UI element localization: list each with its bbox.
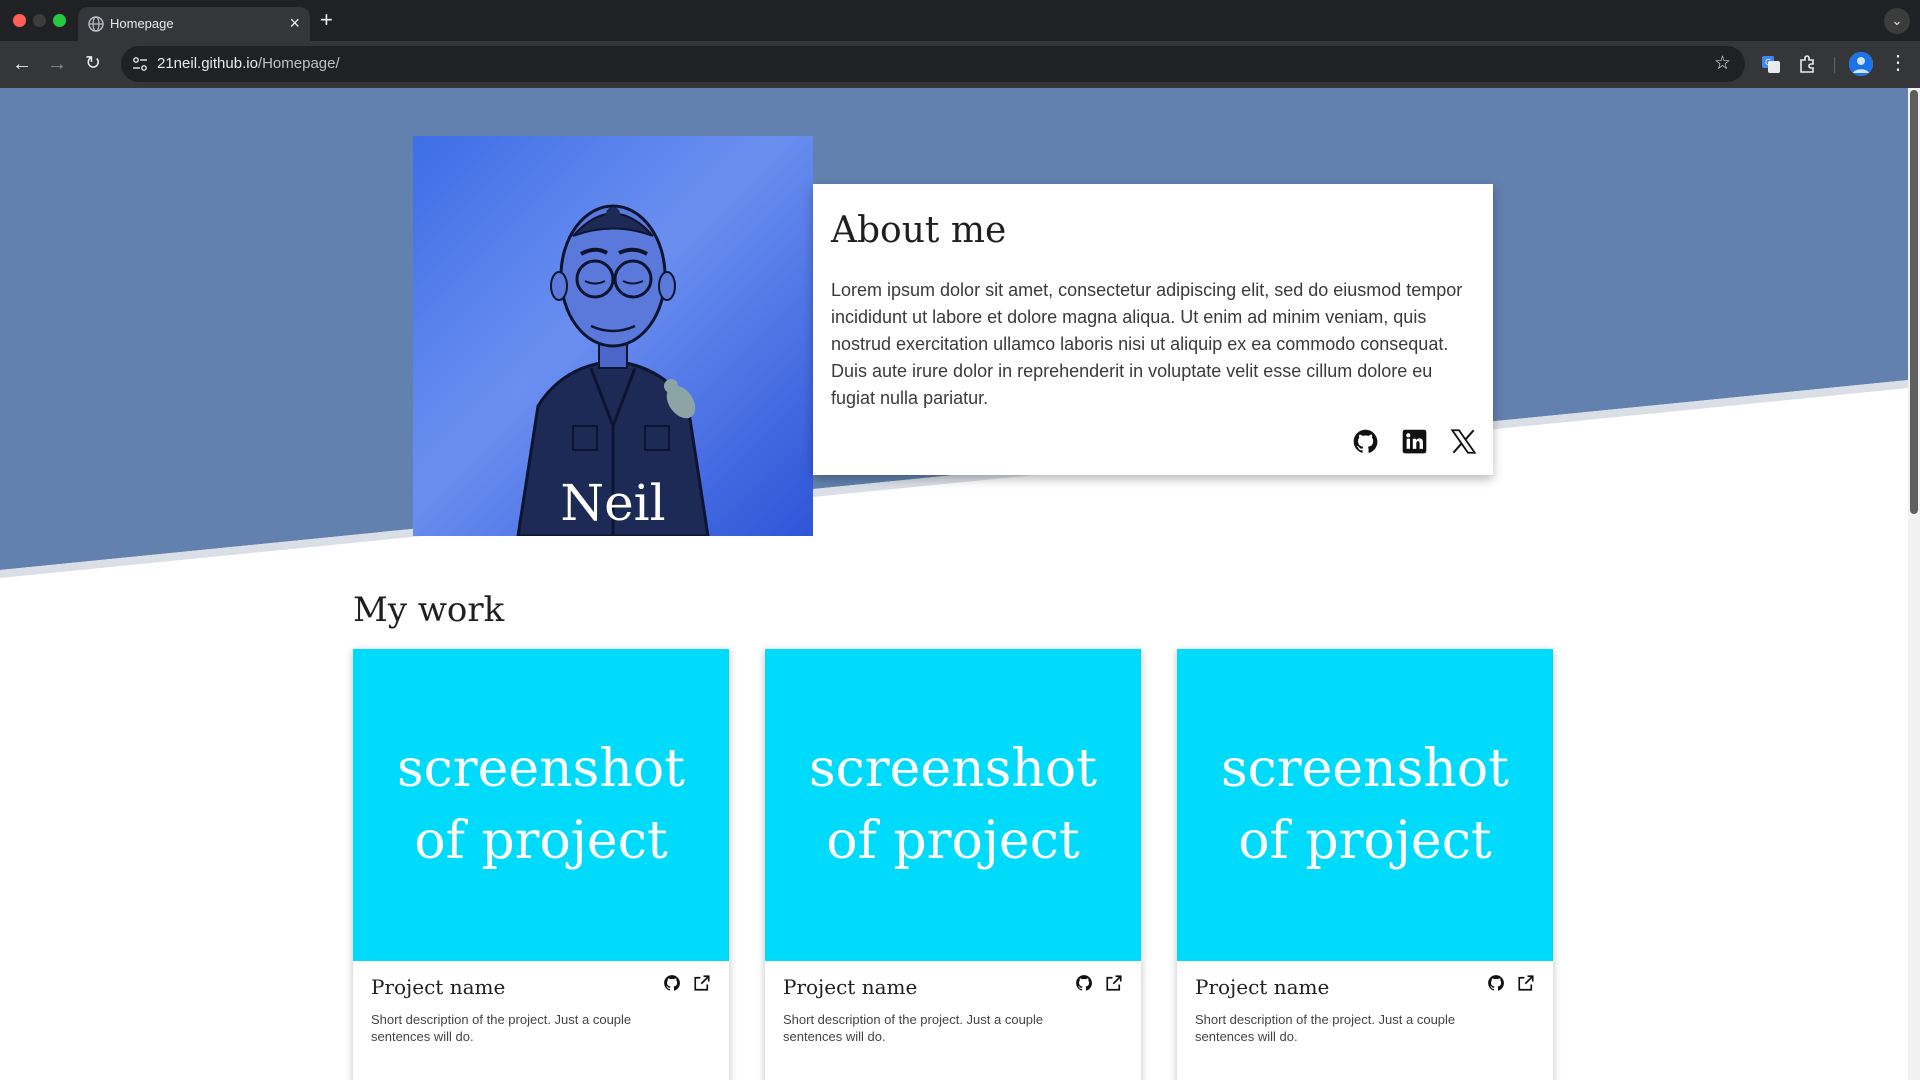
github-icon[interactable] xyxy=(1487,974,1505,992)
browser-toolbar: ← → ↻ 21neil.github.io/Homepage/ ☆ G ⋮ xyxy=(0,41,1920,88)
page-scrollbar[interactable] xyxy=(1908,88,1920,1080)
profile-photo: Neil xyxy=(413,136,813,536)
tab-search-button[interactable]: ⌄ xyxy=(1884,8,1910,34)
minimize-window-button[interactable] xyxy=(33,14,46,27)
project-card[interactable]: screenshot of project Project name Short… xyxy=(765,649,1141,1080)
about-card: About me Lorem ipsum dolor sit amet, con… xyxy=(813,184,1493,475)
project-card[interactable]: screenshot of project Project name Short… xyxy=(1177,649,1553,1080)
project-card-body: Project name Short description of the pr… xyxy=(1177,961,1553,1059)
scrollbar-thumb[interactable] xyxy=(1910,90,1918,514)
linkedin-icon[interactable] xyxy=(1401,428,1428,455)
external-link-icon[interactable] xyxy=(1517,974,1535,992)
svg-text:G: G xyxy=(1765,58,1771,67)
toolbar-divider xyxy=(1834,57,1835,73)
project-links xyxy=(1075,974,1123,992)
project-card-body: Project name Short description of the pr… xyxy=(765,961,1141,1059)
browser-menu-icon[interactable]: ⋮ xyxy=(1888,50,1908,76)
project-screenshot-placeholder: screenshot of project xyxy=(765,649,1141,961)
project-description: Short description of the project. Just a… xyxy=(783,1012,1044,1044)
person-icon xyxy=(1849,52,1873,76)
project-image-text: screenshot of project xyxy=(1220,739,1510,871)
about-text: Lorem ipsum dolor sit amet, consectetur … xyxy=(831,280,1463,408)
url-host: 21neil.github.io xyxy=(157,55,258,72)
project-name: Project name xyxy=(371,975,506,999)
github-icon[interactable] xyxy=(663,974,681,992)
extensions-puzzle-icon[interactable] xyxy=(1796,52,1820,76)
about-title: About me xyxy=(831,210,1007,251)
project-links xyxy=(663,974,711,992)
url-text: 21neil.github.io/Homepage/ xyxy=(157,55,340,72)
new-tab-button[interactable]: + xyxy=(320,6,333,34)
browser-tab[interactable]: Homepage × xyxy=(78,7,310,41)
profile-avatar[interactable] xyxy=(1849,52,1873,76)
address-bar[interactable]: 21neil.github.io/Homepage/ ☆ xyxy=(121,46,1745,82)
translate-extension-icon[interactable]: G xyxy=(1759,52,1783,76)
project-card[interactable]: screenshot of project Project name Short… xyxy=(353,649,729,1080)
project-links xyxy=(1487,974,1535,992)
social-links xyxy=(1352,428,1477,455)
close-tab-icon[interactable]: × xyxy=(289,12,300,34)
close-window-button[interactable] xyxy=(13,14,26,27)
project-name: Project name xyxy=(1195,975,1330,999)
external-link-icon[interactable] xyxy=(1105,974,1123,992)
x-icon[interactable] xyxy=(1450,428,1477,455)
reload-button[interactable]: ↻ xyxy=(80,51,106,77)
maximize-window-button[interactable] xyxy=(53,14,66,27)
site-info-icon[interactable] xyxy=(131,55,149,73)
globe-icon xyxy=(88,16,104,32)
back-button[interactable]: ← xyxy=(9,51,35,77)
project-cards: screenshot of project Project name Short… xyxy=(353,649,1553,1080)
profile-name: Neil xyxy=(560,474,666,532)
project-description: Short description of the project. Just a… xyxy=(371,1012,632,1044)
section-title-my-work: My work xyxy=(353,590,505,630)
project-screenshot-placeholder: screenshot of project xyxy=(1177,649,1553,961)
project-image-text: screenshot of project xyxy=(808,739,1098,871)
github-icon[interactable] xyxy=(1352,428,1379,455)
project-name: Project name xyxy=(783,975,918,999)
tab-title: Homepage xyxy=(110,16,174,31)
github-icon[interactable] xyxy=(1075,974,1093,992)
page-viewport: Neil About me Lorem ipsum dolor sit amet… xyxy=(0,88,1908,1080)
project-image-text: screenshot of project xyxy=(396,739,686,871)
project-screenshot-placeholder: screenshot of project xyxy=(353,649,729,961)
browser-tab-bar: Homepage × + ⌄ xyxy=(0,0,1920,41)
project-description: Short description of the project. Just a… xyxy=(1195,1012,1456,1044)
external-link-icon[interactable] xyxy=(693,974,711,992)
url-path: /Homepage/ xyxy=(257,55,340,72)
forward-button[interactable]: → xyxy=(44,51,70,77)
bookmark-star-icon[interactable]: ☆ xyxy=(1714,52,1731,75)
project-card-body: Project name Short description of the pr… xyxy=(353,961,729,1059)
